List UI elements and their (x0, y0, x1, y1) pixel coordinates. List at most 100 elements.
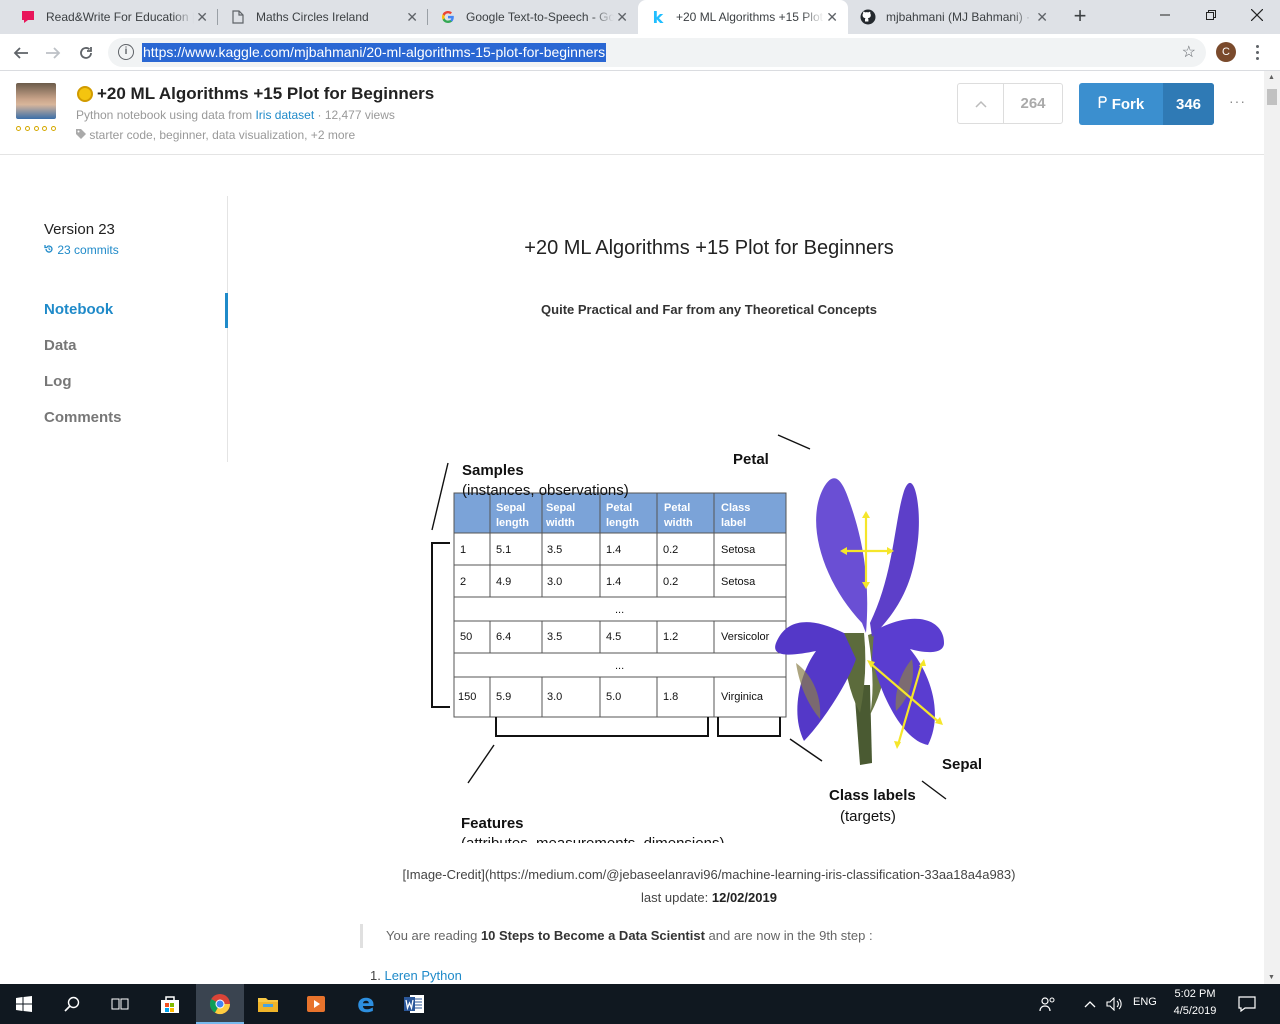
cell: 0.2 (663, 544, 678, 556)
browser-tab-active[interactable]: k +20 ML Algorithms +15 Plot f ✕ (638, 0, 848, 34)
more-options-icon[interactable]: ··· (1229, 93, 1246, 109)
google-icon (440, 9, 456, 25)
fork-count: 346 (1163, 83, 1214, 125)
blockquote: You are reading 10 Steps to Become a Dat… (360, 924, 873, 948)
cell: 6.4 (496, 631, 511, 643)
tab-title: Read&Write For Education | Te (46, 10, 194, 24)
browser-tab[interactable]: Maths Circles Ireland ✕ (218, 0, 428, 34)
tag-icon (76, 128, 89, 142)
col-header-4a: Petal (664, 502, 690, 514)
forward-arrow-icon[interactable] (41, 41, 65, 65)
browser-tab[interactable]: mjbahmani (MJ Bahmani) · Git ✕ (848, 0, 1058, 34)
fork-button[interactable]: Fork 346 (1079, 83, 1214, 125)
sidebar-item-comments[interactable]: Comments (44, 409, 122, 426)
sepal-label: Sepal (942, 756, 982, 773)
cell: 1.4 (606, 576, 621, 588)
media-player-icon[interactable] (292, 984, 340, 1024)
reload-icon[interactable] (74, 41, 98, 65)
edge-icon[interactable]: e (342, 984, 390, 1024)
close-tab-icon[interactable]: ✕ (616, 9, 628, 26)
close-tab-icon[interactable]: ✕ (826, 9, 838, 26)
browser-tab[interactable]: Read&Write For Education | Te ✕ (8, 0, 218, 34)
address-bar[interactable]: i https://www.kaggle.com/mjbahmani/20-ml… (108, 38, 1206, 67)
cell: 1.2 (663, 631, 678, 643)
scroll-up-icon[interactable]: ▲ (1268, 74, 1275, 81)
list-link[interactable]: Leren Python (384, 968, 461, 983)
volume-icon[interactable] (1102, 984, 1128, 1024)
vote-count: 264 (1020, 95, 1046, 112)
search-icon[interactable] (48, 984, 96, 1024)
fork-label[interactable]: Fork (1079, 83, 1163, 125)
word-icon[interactable] (390, 984, 438, 1024)
task-view-icon[interactable] (96, 984, 144, 1024)
close-tab-icon[interactable]: ✕ (406, 9, 418, 26)
cell: 3.5 (547, 544, 562, 556)
features-sub-label: (attributes, measurements, dimensions) (461, 835, 724, 843)
quote-bold: 10 Steps to Become a Data Scientist (480, 928, 705, 943)
dataset-link[interactable]: Iris dataset (255, 108, 314, 122)
sidebar-item-log[interactable]: Log (44, 373, 72, 390)
cell: 2 (460, 576, 466, 588)
minimize-icon[interactable] (1142, 0, 1188, 30)
notebook-subheading: Quite Practical and Far from any Theoret… (541, 302, 877, 317)
url-text[interactable]: https://www.kaggle.com/mjbahmani/20-ml-a… (142, 43, 607, 62)
browser-menu-icon[interactable] (1250, 40, 1264, 64)
class-labels-label: Class labels (829, 787, 916, 804)
sidebar-item-notebook[interactable]: Notebook (44, 301, 113, 318)
language-indicator[interactable]: ENG (1133, 996, 1157, 1008)
info-icon[interactable]: i (118, 44, 134, 60)
store-icon[interactable] (146, 984, 194, 1024)
cell: 3.0 (547, 576, 562, 588)
bookmark-star-icon[interactable]: ☆ (1182, 42, 1196, 62)
show-hidden-icons-chevron-icon[interactable] (1078, 984, 1102, 1024)
cell: Setosa (721, 576, 756, 588)
clock-date[interactable]: 4/5/2019 (1170, 1005, 1220, 1017)
tags-text[interactable]: starter code, beginner, data visualizati… (89, 128, 355, 142)
commits-text[interactable]: 23 commits (57, 243, 118, 257)
upvote-caret-icon[interactable] (958, 84, 1004, 123)
back-arrow-icon[interactable] (9, 41, 33, 65)
last-update-value: 12/02/2019 (711, 890, 777, 905)
close-window-icon[interactable] (1234, 0, 1280, 30)
restore-icon[interactable] (1188, 0, 1234, 30)
notebook-tags[interactable]: starter code, beginner, data visualizati… (76, 128, 355, 142)
commits-link[interactable]: 23 commits (44, 243, 119, 257)
samples-label: Samples (462, 462, 524, 479)
close-tab-icon[interactable]: ✕ (196, 9, 208, 26)
tab-title: Google Text-to-Speech - Goo (466, 10, 614, 24)
notebook-title: +20 ML Algorithms +15 Plot for Beginners (97, 84, 435, 103)
kaggle-icon: k (652, 7, 664, 27)
cell: 150 (458, 691, 476, 703)
upvote-widget[interactable]: 264 (957, 83, 1063, 124)
author-avatar[interactable] (16, 83, 56, 119)
cell: 5.1 (496, 544, 511, 556)
cell: 50 (460, 631, 472, 643)
browser-tab[interactable]: Google Text-to-Speech - Goo ✕ (428, 0, 638, 34)
document-icon (230, 9, 246, 25)
vertical-scrollbar[interactable]: ▲ ▼ (1264, 71, 1280, 984)
cell: 4.5 (606, 631, 621, 643)
notebook-sidebar: Version 23 23 commits Notebook Data Log … (0, 196, 228, 462)
notebook-subtitle: Python notebook using data from Iris dat… (76, 108, 395, 122)
close-tab-icon[interactable]: ✕ (1036, 9, 1048, 26)
list-number: 1. (370, 968, 385, 983)
scrollbar-thumb[interactable] (1267, 89, 1277, 105)
image-credit: [Image-Credit](https://medium.com/@jebas… (402, 867, 1016, 882)
scroll-down-icon[interactable]: ▼ (1268, 974, 1275, 981)
col-header-1b: length (496, 517, 529, 529)
chrome-taskbar-icon[interactable] (196, 984, 244, 1024)
windows-start-icon[interactable] (0, 984, 48, 1024)
sidebar-item-data[interactable]: Data (44, 337, 77, 354)
features-label: Features (461, 815, 524, 832)
iris-flower-image (775, 478, 944, 765)
iris-figure-svg: Sepal length Sepal width Petal length Pe… (431, 434, 982, 852)
petal-label: Petal (733, 451, 769, 468)
page-content: +20 ML Algorithms +15 Plot for Beginners… (0, 71, 1264, 984)
notifications-icon[interactable] (1230, 984, 1264, 1024)
clock-time[interactable]: 5:02 PM (1170, 988, 1220, 1000)
people-icon[interactable] (1030, 984, 1066, 1024)
profile-avatar[interactable]: C (1216, 42, 1236, 62)
new-tab-button[interactable]: + (1068, 4, 1092, 28)
windows-taskbar: e ENG 5:02 PM 4/5/2019 (0, 984, 1280, 1024)
file-explorer-icon[interactable] (244, 984, 292, 1024)
